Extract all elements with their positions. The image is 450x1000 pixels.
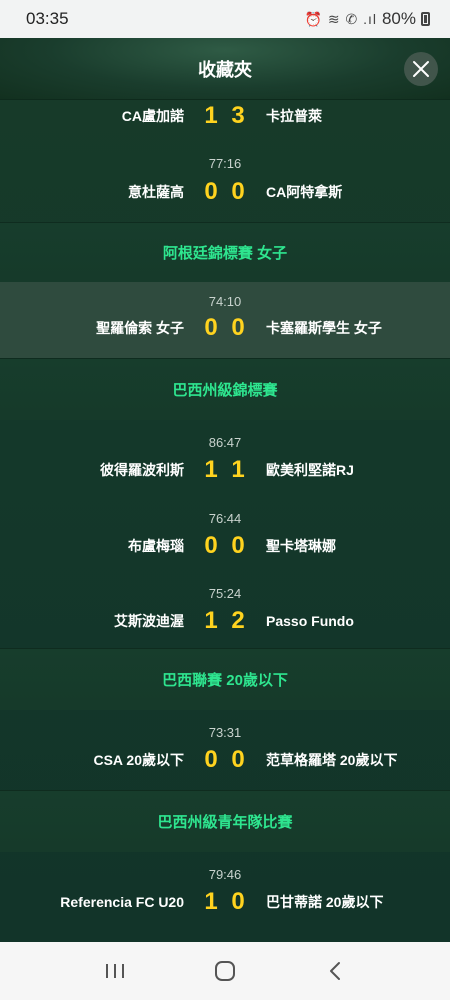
match-row[interactable]: 77:16 意杜薩高 0 0 CA阿特拿斯 [0,142,450,222]
match-score-line: 彼得羅波利斯 1 1 歐美利堅諾RJ [0,454,450,486]
status-icons: ⏰ ≋ ✆ .ıl [304,10,377,27]
match-row[interactable]: 79:46 Referencia FC U20 1 0 巴甘蒂諾 20歲以下 [0,852,450,934]
away-score: 0 [231,178,245,205]
home-team: 艾斯波迪渥 [114,613,184,629]
away-score: 0 [231,746,245,773]
home-team: 聖羅倫索 女子 [96,320,184,336]
away-team: 聖卡塔琳娜 [266,538,336,554]
match-row[interactable]: CA盧加諾 1 3 卡拉普萊 [0,100,450,142]
away-score: 0 [231,888,245,915]
match-row[interactable]: 75:24 艾斯波迪渥 1 2 Passo Fundo [0,574,450,648]
home-score: 1 [204,102,218,129]
away-team: 巴甘蒂諾 20歲以下 [266,894,384,910]
match-time: 86:47 [208,435,242,450]
match-time: 76:44 [208,511,242,526]
match-score-line: 艾斯波迪渥 1 2 Passo Fundo [0,605,450,637]
match-time: 74:10 [208,294,242,309]
status-time: 03:35 [26,9,69,28]
home-team: 意杜薩高 [128,184,184,200]
match-score-line: 布盧梅瑙 0 0 聖卡塔琳娜 [0,530,450,562]
home-team: CSA 20歲以下 [93,752,184,768]
home-score: 1 [204,607,218,634]
home-team: 布盧梅瑙 [128,538,184,554]
home-score: 0 [204,178,218,205]
back-icon [330,962,340,980]
home-score: 0 [204,532,218,559]
home-score: 1 [204,888,218,915]
section-header[interactable]: 巴西州級錦標賽 [0,358,450,420]
match-score-line: Referencia FC U20 1 0 巴甘蒂諾 20歲以下 [0,886,450,918]
status-bar: 03:35 ⏰ ≋ ✆ .ıl 80% [0,0,450,38]
battery-level: 80% [381,9,416,28]
match-row[interactable]: 74:10 聖羅倫索 女子 0 0 卡塞羅斯學生 女子 [0,282,450,358]
home-score: 1 [204,456,218,483]
close-button[interactable] [404,52,438,86]
header: 收藏夾 [0,38,450,100]
home-score: 0 [204,314,218,341]
battery-icon [421,12,430,26]
home-icon [215,961,235,981]
away-team: 卡拉普萊 [266,108,322,124]
match-time: 73:31 [208,725,242,740]
section-header[interactable]: 阿根廷錦標賽 女子 [0,222,450,282]
match-time: 77:16 [208,156,242,171]
away-score: 0 [231,314,245,341]
home-button[interactable] [205,951,245,991]
away-score: 0 [231,532,245,559]
close-icon [413,61,429,77]
away-team: 卡塞羅斯學生 女子 [266,320,382,336]
recent-apps-button[interactable] [95,951,135,991]
match-row[interactable]: 76:44 布盧梅瑙 0 0 聖卡塔琳娜 [0,498,450,574]
system-nav-bar [0,942,450,1000]
match-row[interactable]: 86:47 彼得羅波利斯 1 1 歐美利堅諾RJ [0,420,450,498]
status-indicators: ⏰ ≋ ✆ .ıl 80% [305,9,430,29]
section-header[interactable]: 巴西聯賽 20歲以下 [0,648,450,710]
home-team: CA盧加諾 [121,108,184,124]
match-score-line: 聖羅倫索 女子 0 0 卡塞羅斯學生 女子 [0,312,450,344]
match-score-line: CSA 20歲以下 0 0 范草格羅塔 20歲以下 [0,744,450,776]
recent-apps-icon [106,964,124,978]
match-score-line: CA盧加諾 1 3 卡拉普萊 [0,100,450,132]
back-button[interactable] [315,951,355,991]
match-row[interactable]: 73:31 CSA 20歲以下 0 0 范草格羅塔 20歲以下 [0,710,450,790]
home-team: Referencia FC U20 [60,894,184,910]
away-score: 1 [231,456,245,483]
away-score: 2 [231,607,245,634]
match-time: 79:46 [208,867,242,882]
away-team: 范草格羅塔 20歲以下 [266,752,398,768]
away-team: CA阿特拿斯 [266,184,343,200]
page-title: 收藏夾 [198,59,252,80]
match-time: 75:24 [208,586,242,601]
home-score: 0 [204,746,218,773]
away-team: 歐美利堅諾RJ [266,462,354,478]
section-header[interactable]: 巴西州級青年隊比賽 [0,790,450,852]
home-team: 彼得羅波利斯 [100,462,184,478]
away-score: 3 [231,102,245,129]
favorites-list[interactable]: CA盧加諾 1 3 卡拉普萊 77:16 意杜薩高 0 0 CA阿特拿斯 阿根廷… [0,100,450,942]
match-score-line: 意杜薩高 0 0 CA阿特拿斯 [0,176,450,208]
away-team: Passo Fundo [266,613,354,629]
